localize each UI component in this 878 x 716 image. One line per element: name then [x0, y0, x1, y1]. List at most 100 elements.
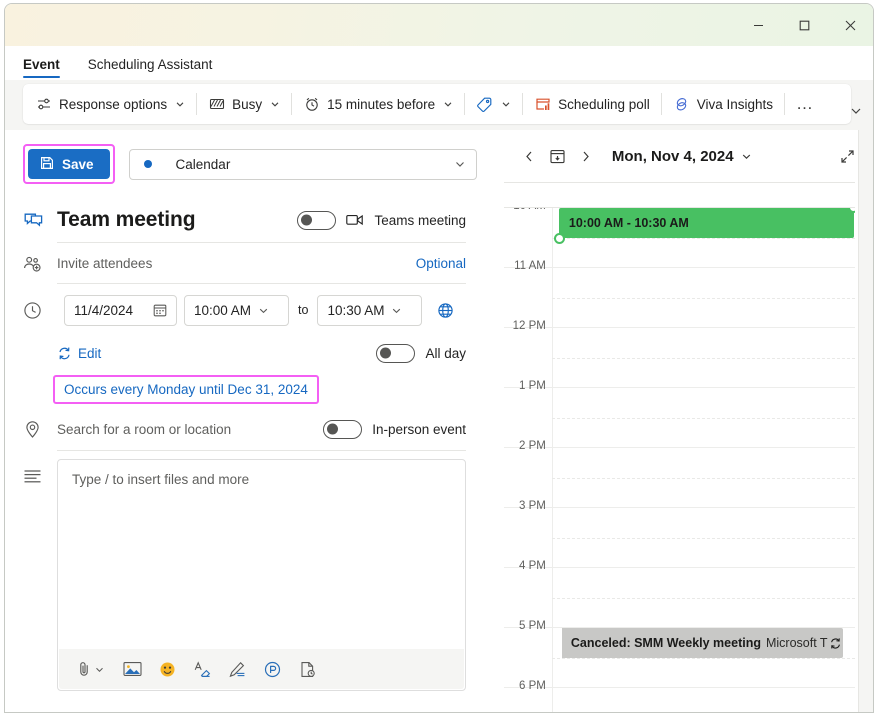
- hour-label: 12 PM: [512, 320, 546, 332]
- window-frame: Event Scheduling Assistant Response opti…: [4, 3, 874, 713]
- next-day-button[interactable]: [574, 144, 598, 168]
- tab-event[interactable]: Event: [23, 57, 74, 80]
- hour-slot[interactable]: [551, 268, 855, 328]
- ribbon-separator: [522, 93, 524, 115]
- insert-picture-icon[interactable]: [122, 659, 142, 679]
- hour-row[interactable]: 11 AM: [503, 260, 855, 328]
- location-row: Search for a room or location In-person …: [23, 408, 466, 450]
- event-body-row: Type / to insert files and more: [23, 459, 466, 691]
- end-time-field[interactable]: 10:30 AM: [317, 294, 423, 326]
- calendar-scrollbar[interactable]: [858, 130, 873, 712]
- save-button[interactable]: Save: [28, 149, 110, 179]
- all-day-events-strip[interactable]: [503, 182, 855, 208]
- sliders-icon: [35, 96, 52, 113]
- resize-handle-bottom[interactable]: [553, 233, 565, 244]
- start-time-value: 10:00 AM: [194, 302, 252, 318]
- hour-row[interactable]: 6 PM: [504, 680, 855, 712]
- existing-event-block[interactable]: Canceled: SMM Weekly meeting Microsoft T: [558, 628, 843, 658]
- save-disk-icon: [40, 156, 54, 173]
- ribbon-separator: [291, 93, 293, 115]
- start-date-field[interactable]: 11/4/2024: [64, 294, 177, 326]
- hour-row[interactable]: 2 PM: [503, 440, 855, 508]
- loop-component-icon[interactable]: [262, 659, 282, 679]
- title-bar: [5, 4, 873, 46]
- attach-file-icon[interactable]: [73, 659, 107, 679]
- teams-meeting-toggle[interactable]: [297, 210, 337, 230]
- attendees-input[interactable]: Invite attendees: [57, 256, 152, 271]
- hour-slot[interactable]: [551, 388, 855, 448]
- today-calendar-icon[interactable]: [546, 144, 570, 168]
- hour-slot[interactable]: [551, 448, 855, 508]
- more-options-button[interactable]: …: [789, 89, 821, 119]
- hour-row[interactable]: 3 PM: [503, 500, 855, 568]
- ribbon-area: Response options Busy 15 minutes before …: [5, 80, 873, 130]
- recurrence-edit-row: Edit All day: [23, 336, 466, 370]
- document-insert-icon[interactable]: [297, 659, 317, 679]
- hour-row[interactable]: 4 PM: [503, 560, 855, 628]
- emoji-icon[interactable]: [157, 659, 177, 679]
- datetime-row: 11/4/2024 10:00 AM to 10:30 AM: [23, 284, 466, 336]
- toggle-knob: [327, 423, 339, 435]
- draft-event-time-label: 10:00 AM - 10:30 AM: [568, 216, 689, 230]
- response-options-button[interactable]: Response options: [28, 89, 192, 119]
- calendar-picker-icon[interactable]: [153, 303, 167, 317]
- chevron-down-icon: [741, 151, 752, 162]
- minimize-button[interactable]: [735, 4, 781, 46]
- calendar-date-picker[interactable]: Mon, Nov 4, 2024: [612, 148, 752, 165]
- calendar-select[interactable]: Calendar: [128, 148, 477, 180]
- chevron-down-icon: [391, 305, 402, 316]
- attendees-row: Invite attendees Optional: [23, 243, 466, 283]
- reminder-button[interactable]: 15 minutes before: [296, 89, 460, 119]
- existing-event-title: Canceled: SMM Weekly meeting: [570, 636, 761, 650]
- hour-label: 4 PM: [519, 560, 546, 572]
- tab-event-label: Event: [23, 57, 60, 72]
- location-input[interactable]: Search for a room or location: [57, 422, 231, 437]
- edit-recurrence-button[interactable]: Edit: [57, 346, 101, 361]
- calendar-preview-pane: Mon, Nov 4, 2024 11 AM 12 PM 1 PM 2 PM 3…: [503, 130, 873, 712]
- previous-day-button[interactable]: [518, 144, 542, 168]
- collapse-ribbon-button[interactable]: [845, 100, 867, 122]
- optional-attendees-link[interactable]: Optional: [416, 256, 466, 271]
- signature-pen-icon[interactable]: [227, 659, 247, 679]
- location-pin-icon: [23, 420, 57, 439]
- page-title[interactable]: Team meeting: [57, 208, 196, 232]
- edit-recurrence-label: Edit: [78, 345, 102, 361]
- recurrence-summary-link[interactable]: Occurs every Monday until Dec 31, 2024: [64, 382, 308, 397]
- hour-row[interactable]: 1 PM: [503, 380, 855, 448]
- ribbon-separator: [784, 93, 786, 115]
- busy-status-button[interactable]: Busy: [201, 89, 287, 119]
- chevron-down-icon: [454, 158, 466, 170]
- tab-scheduling-assistant[interactable]: Scheduling Assistant: [88, 57, 227, 80]
- maximize-button[interactable]: [781, 4, 827, 46]
- close-button[interactable]: [827, 4, 873, 46]
- start-date-value: 11/4/2024: [74, 302, 134, 318]
- scheduling-poll-icon: [534, 96, 551, 113]
- hour-row[interactable]: 12 PM: [503, 320, 855, 388]
- inperson-event-toggle[interactable]: [323, 419, 363, 439]
- hour-slot[interactable]: [551, 688, 855, 712]
- hour-label: 5 PM: [519, 620, 546, 632]
- draft-event-block[interactable]: 10:00 AM - 10:30 AM: [553, 208, 855, 244]
- scheduling-poll-button[interactable]: Scheduling poll: [527, 89, 657, 119]
- all-day-toggle[interactable]: [376, 343, 416, 363]
- event-body-editor[interactable]: Type / to insert files and more: [57, 459, 466, 691]
- divider: [57, 450, 466, 451]
- resize-handle-top[interactable]: [848, 208, 855, 213]
- event-compose-window: Event Scheduling Assistant Response opti…: [0, 0, 878, 716]
- expand-calendar-button[interactable]: [835, 144, 859, 168]
- categorize-button[interactable]: [469, 89, 518, 119]
- chevron-down-icon: [501, 99, 511, 109]
- busy-icon: [208, 96, 225, 113]
- viva-insights-label: Viva Insights: [696, 96, 774, 112]
- text-format-eraser-icon[interactable]: [192, 659, 212, 679]
- viva-insights-button[interactable]: Viva Insights: [666, 89, 780, 119]
- globe-icon[interactable]: [437, 302, 454, 319]
- calendar-select-value: Calendar: [175, 156, 231, 172]
- calendar-color-dot: [143, 160, 152, 168]
- alarm-clock-icon: [303, 96, 320, 113]
- hour-slot[interactable]: [551, 328, 855, 388]
- hour-slot[interactable]: [551, 568, 855, 628]
- hour-label: 2 PM: [519, 440, 546, 452]
- start-time-field[interactable]: 10:00 AM: [184, 294, 289, 326]
- hour-slot[interactable]: [551, 508, 855, 568]
